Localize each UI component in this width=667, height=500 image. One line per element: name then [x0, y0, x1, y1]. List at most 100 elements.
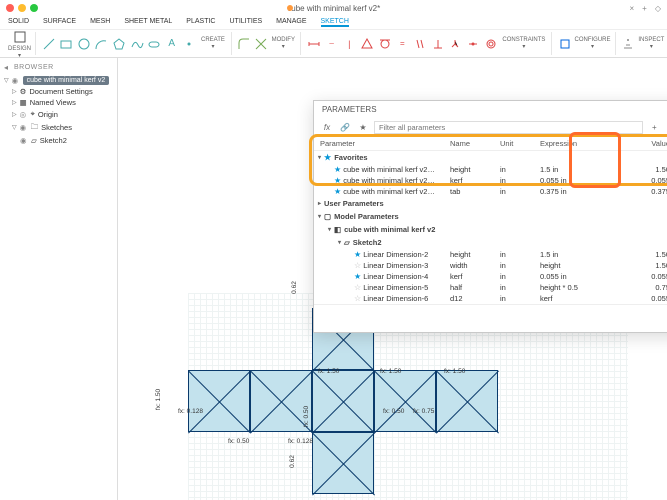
table-row[interactable]: ★ Linear Dimension-4kerfin0.055 in0.055: [314, 271, 667, 282]
dim-label: fx: 1.50: [380, 368, 401, 375]
tangent-icon[interactable]: [377, 36, 393, 52]
star-filter-icon[interactable]: ★: [356, 120, 370, 134]
tree-sketches[interactable]: ▽◉🗀Sketches: [2, 120, 115, 135]
trim-tool-icon[interactable]: [254, 36, 269, 52]
browser-collapse-icon[interactable]: ◂: [4, 63, 8, 72]
fix-icon[interactable]: [448, 36, 464, 52]
table-row[interactable]: ★ Linear Dimension-2heightin1.5 in1.50: [314, 249, 667, 260]
parameter-table: Parameter Name Unit Expression Value Com…: [314, 137, 667, 304]
col-parameter: Parameter: [320, 139, 450, 148]
vert-constraint-icon[interactable]: |: [342, 36, 358, 52]
gear-icon: ⚙: [20, 87, 27, 96]
tree-namedviews[interactable]: ▷▦Named Views: [2, 97, 115, 108]
browser-panel: ◂ BROWSER ▽ ◉ cube with minimal kerf v2 …: [0, 58, 118, 500]
table-row[interactable]: ★ cube with minimal kerf v2…tabin0.375 i…: [314, 186, 667, 197]
tree-docsettings[interactable]: ▷⚙Document Settings: [2, 86, 115, 97]
tab-solid[interactable]: SOLID: [8, 18, 29, 27]
midpoint-icon[interactable]: [465, 36, 481, 52]
tree-root[interactable]: ▽ ◉ cube with minimal kerf v2: [2, 75, 115, 86]
tab-surface[interactable]: SURFACE: [43, 18, 76, 27]
configure-icon[interactable]: [557, 36, 572, 52]
add-param-icon[interactable]: +: [647, 120, 661, 134]
table-row[interactable]: ☆ Linear Dimension-6d12inkerf0.055: [314, 293, 667, 304]
section-sketch[interactable]: ▾▱Sketch2: [314, 236, 667, 249]
tree-origin[interactable]: ▷◎⌖Origin: [2, 108, 115, 120]
import-icon[interactable]: ⇥: [663, 120, 667, 134]
tree-sketch2[interactable]: ◉▱Sketch2: [2, 135, 115, 146]
modify-label[interactable]: MODIFY ▾: [270, 37, 296, 50]
dim-label: fx: 1.50: [318, 368, 339, 375]
concentric-icon[interactable]: [483, 36, 499, 52]
inspect-icon[interactable]: [621, 36, 635, 52]
visibility-icon[interactable]: ◉: [12, 76, 20, 85]
rect-tool-icon[interactable]: [59, 36, 75, 52]
section-doc[interactable]: ▾◧cube with minimal kerf v2: [314, 223, 667, 236]
sketch-icon: ▱: [31, 136, 37, 145]
table-row[interactable]: ★ cube with minimal kerf v2…kerfin0.055 …: [314, 175, 667, 186]
document-tab[interactable]: cube with minimal kerf v2*: [287, 4, 380, 13]
maximize-window-icon[interactable]: [30, 4, 38, 12]
document-title: cube with minimal kerf v2*: [287, 4, 380, 13]
table-row[interactable]: ☆ Linear Dimension-5halfinheight * 0.50.…: [314, 282, 667, 293]
root-label: cube with minimal kerf v2: [23, 76, 110, 85]
dim-label: fx: 0.50: [303, 406, 310, 427]
constraints-label[interactable]: CONSTRAINTS ▾: [501, 37, 548, 50]
dim-label: fx: 0.128: [178, 408, 203, 415]
coincident-icon[interactable]: [359, 36, 375, 52]
window-traffic-lights: [6, 4, 38, 12]
fillet-tool-icon[interactable]: [237, 36, 252, 52]
spline-tool-icon[interactable]: [129, 36, 145, 52]
col-expression: Expression: [540, 139, 600, 148]
horiz-constraint-icon[interactable]: ⎯: [324, 36, 340, 52]
workspace-tabs: SOLID SURFACE MESH SHEET METAL PLASTIC U…: [0, 16, 667, 30]
origin-icon: ⌖: [31, 109, 35, 119]
hdim-icon[interactable]: [306, 36, 322, 52]
parallel-icon[interactable]: [412, 36, 428, 52]
slot-tool-icon[interactable]: [146, 36, 162, 52]
tab-sheetmetal[interactable]: SHEET METAL: [124, 18, 172, 27]
views-icon: ▦: [20, 98, 27, 107]
link-icon[interactable]: 🔗: [338, 120, 352, 134]
dim-label: fx: 0.50: [383, 408, 404, 415]
perp-icon[interactable]: [430, 36, 446, 52]
component-icon: ◧: [334, 225, 341, 234]
tab-sketch[interactable]: SKETCH: [321, 18, 349, 27]
fx-icon[interactable]: fx: [320, 120, 334, 134]
tab-mesh[interactable]: MESH: [90, 18, 110, 27]
canvas[interactable]: 25 0.62 fx: 1.50 fx: 1.50 fx: 0.128 fx: …: [118, 58, 667, 500]
parameters-dialog: PARAMETERS × fx 🔗 ★ + ⇥ 🗑 Automatic Upda…: [313, 100, 667, 333]
design-dropdown[interactable]: DESIGN ▾: [8, 29, 31, 59]
tab-utilities[interactable]: UTILITIES: [229, 18, 262, 27]
section-favorites[interactable]: ▾★Favorites: [314, 151, 667, 164]
notifications-icon[interactable]: ◇: [655, 4, 661, 13]
dim-label: fx: 1.50: [444, 368, 465, 375]
circle-tool-icon[interactable]: [76, 36, 92, 52]
tab-plastic[interactable]: PLASTIC: [186, 18, 215, 27]
line-tool-icon[interactable]: [41, 36, 57, 52]
folder-icon: 🗀: [31, 121, 39, 134]
minimize-window-icon[interactable]: [18, 4, 26, 12]
close-window-icon[interactable]: [6, 4, 14, 12]
configure-label[interactable]: CONFIGURE ▾: [574, 37, 611, 50]
close-tab-icon[interactable]: ×: [629, 4, 634, 13]
section-user[interactable]: ▸User Parameters: [314, 197, 667, 210]
dim-label: fx: 0.75: [413, 408, 434, 415]
add-tab-icon[interactable]: +: [642, 4, 647, 13]
arc-tool-icon[interactable]: [94, 36, 110, 52]
expand-icon[interactable]: ▽: [4, 77, 9, 84]
dialog-title: PARAMETERS: [322, 105, 377, 114]
create-label[interactable]: CREATE ▾: [199, 37, 227, 50]
point-tool-icon[interactable]: [182, 36, 198, 52]
filter-input[interactable]: [374, 121, 643, 134]
text-tool-icon[interactable]: A: [164, 36, 180, 52]
table-row[interactable]: ★ cube with minimal kerf v2…heightin1.5 …: [314, 164, 667, 175]
inspect-label[interactable]: INSPECT ▾: [638, 37, 666, 50]
polygon-tool-icon[interactable]: [111, 36, 127, 52]
cube-small-icon: ▢: [324, 212, 331, 221]
table-row[interactable]: ☆ Linear Dimension-3widthinheight1.50: [314, 260, 667, 271]
col-name: Name: [450, 139, 500, 148]
tab-manage[interactable]: MANAGE: [276, 18, 306, 27]
equal-icon[interactable]: =: [395, 36, 411, 52]
section-model[interactable]: ▾▢Model Parameters: [314, 210, 667, 223]
dim-label: 0.62: [289, 455, 296, 468]
